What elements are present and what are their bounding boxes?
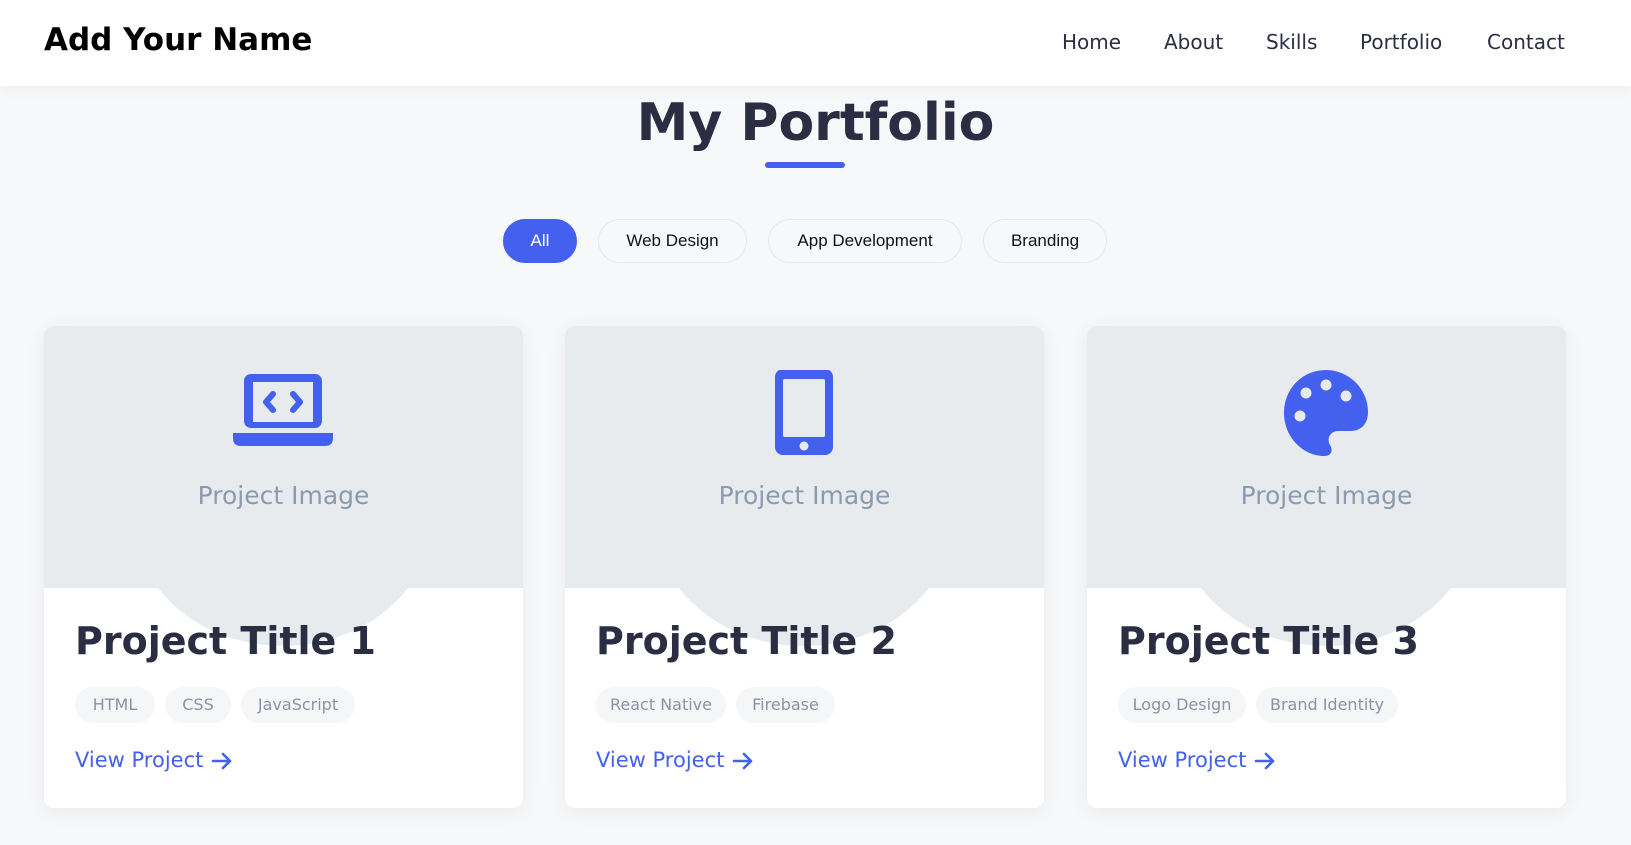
tag: Firebase — [736, 687, 835, 723]
arrow-right-icon — [212, 752, 232, 770]
project-title: Project Title 1 — [75, 619, 376, 663]
project-card-1[interactable]: Project Image Project Title 1 HTML CSS J… — [44, 326, 523, 808]
nav-link-skills[interactable]: Skills — [1266, 28, 1317, 56]
project-image-label: Project Image — [197, 481, 370, 510]
project-image-placeholder: Project Image — [1087, 326, 1566, 646]
project-card-2[interactable]: Project Image Project Title 2 React Nati… — [565, 326, 1044, 808]
mobile-phone-icon — [775, 370, 833, 455]
tag: React Native — [596, 687, 726, 723]
tag: HTML — [75, 687, 155, 723]
project-title: Project Title 2 — [596, 619, 897, 663]
palette-icon — [1284, 370, 1368, 456]
arrow-right-icon — [1255, 752, 1275, 770]
project-title: Project Title 3 — [1118, 619, 1419, 663]
project-card-3[interactable]: Project Image Project Title 3 Logo Desig… — [1087, 326, 1566, 808]
view-project-label: View Project — [75, 748, 204, 772]
page-title: My Portfolio — [636, 93, 995, 153]
navbar: Add Your Name Home About Skills Portfoli… — [0, 0, 1631, 86]
nav-link-portfolio[interactable]: Portfolio — [1360, 28, 1442, 56]
view-project-link[interactable]: View Project — [1118, 746, 1276, 774]
title-underline — [765, 162, 845, 168]
nav-link-home[interactable]: Home — [1062, 28, 1121, 56]
laptop-code-icon — [233, 374, 333, 446]
tag: JavaScript — [241, 687, 355, 723]
project-image-label: Project Image — [1240, 481, 1413, 510]
nav-link-contact[interactable]: Contact — [1487, 28, 1565, 56]
filter-branding-button[interactable]: Branding — [983, 219, 1107, 263]
view-project-label: View Project — [596, 748, 725, 772]
brand-logo-text[interactable]: Add Your Name — [44, 22, 312, 58]
tag: CSS — [165, 687, 231, 723]
filter-web-design-button[interactable]: Web Design — [598, 219, 747, 263]
filter-app-development-button[interactable]: App Development — [768, 219, 962, 263]
filter-all-button[interactable]: All — [503, 219, 577, 263]
view-project-link[interactable]: View Project — [596, 746, 754, 774]
view-project-label: View Project — [1118, 748, 1247, 772]
tag: Brand Identity — [1256, 687, 1398, 723]
arrow-right-icon — [733, 752, 753, 770]
project-image-placeholder: Project Image — [565, 326, 1044, 646]
project-image-label: Project Image — [718, 481, 891, 510]
nav-link-about[interactable]: About — [1164, 28, 1223, 56]
project-image-placeholder: Project Image — [44, 326, 523, 646]
view-project-link[interactable]: View Project — [75, 746, 233, 774]
tag: Logo Design — [1118, 687, 1246, 723]
